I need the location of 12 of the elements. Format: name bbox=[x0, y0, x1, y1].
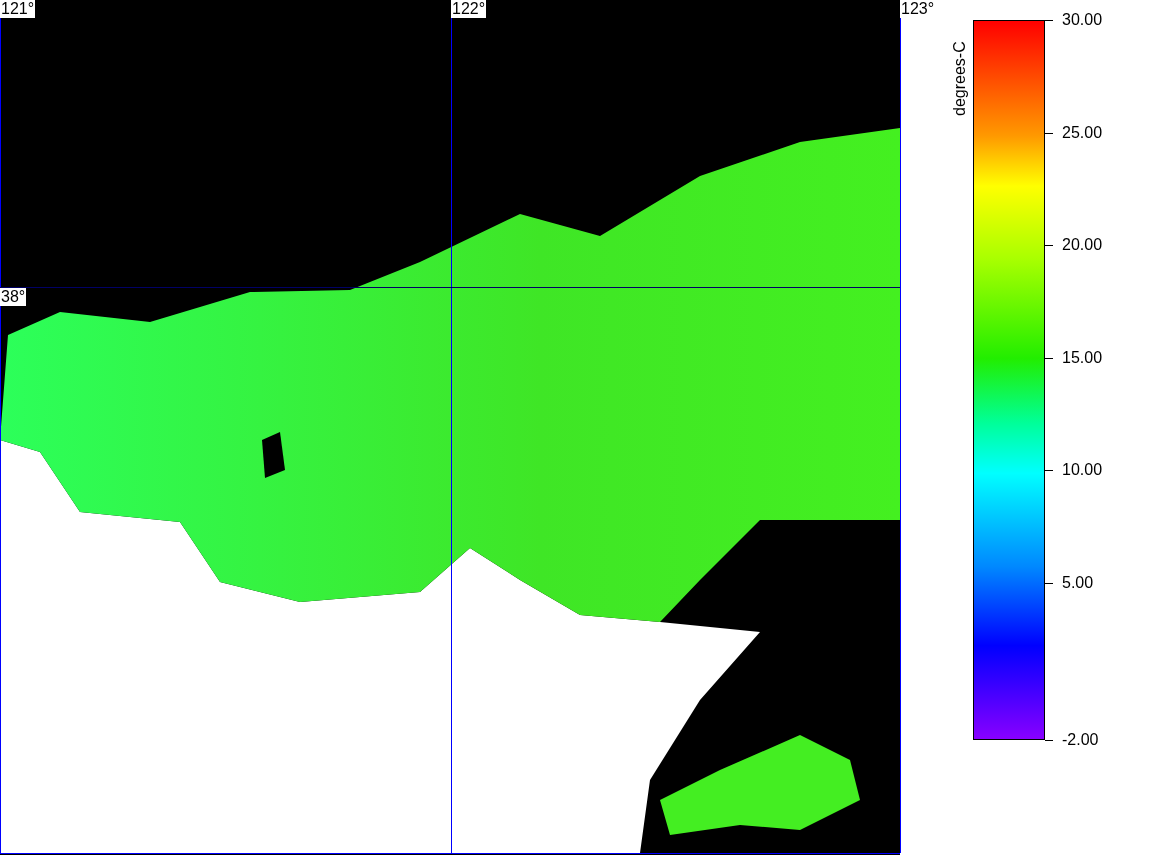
longitude-label: 123° bbox=[900, 0, 936, 18]
colorbar-tick-label: 10.00 bbox=[1062, 461, 1103, 479]
colorbar-tick-label: 20.00 bbox=[1062, 236, 1103, 254]
latitude-label: 38° bbox=[0, 288, 27, 306]
colorbar-tick-label: 5.00 bbox=[1062, 573, 1094, 592]
colorbar-unit-label: degrees-C bbox=[950, 41, 969, 116]
longitude-label: 121° bbox=[0, 0, 36, 18]
longitude-label: 122° bbox=[451, 0, 487, 18]
colorbar-tick-label: 30.00 bbox=[1062, 11, 1103, 29]
colorbar-tick-label: 25.00 bbox=[1062, 123, 1103, 142]
colorbar-tick-label: -2.00 bbox=[1062, 731, 1099, 749]
colorbar-tick-label: 15.00 bbox=[1062, 348, 1103, 367]
